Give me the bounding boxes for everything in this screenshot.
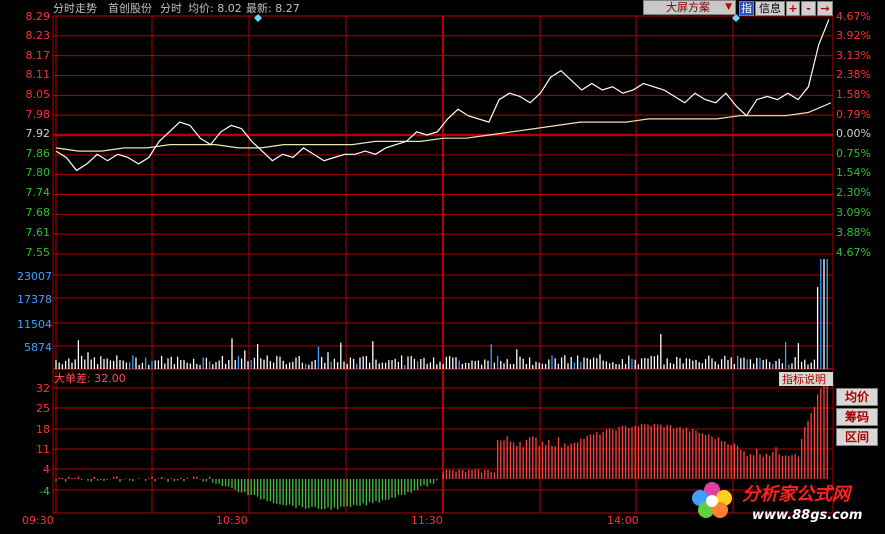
site-logo: 分析家公式网 www.88gs.com (686, 472, 885, 530)
price-tick: 7.98 (26, 108, 51, 121)
time-tick: 14:00 (607, 514, 639, 527)
volume-tick: 11504 (17, 318, 52, 331)
indicator-tick: -4 (39, 485, 50, 498)
avg-price-readout: 均价: 8.02 (188, 2, 242, 15)
pct-tick: 3.09% (836, 206, 871, 219)
volume-tick: 17378 (17, 293, 52, 306)
period-label: 分时 (160, 2, 182, 15)
time-tick: 11:30 (411, 514, 443, 527)
volume-tick: 5874 (24, 341, 52, 354)
intraday-chart[interactable]: 分时走势 首创股份 分时 均价: 8.02 最新: 8.27 8.29 8.23… (0, 0, 885, 530)
indicator-axis: 32 25 18 11 4 -4 (36, 382, 50, 498)
last-price-readout: 最新: 8.27 (246, 1, 300, 15)
avg-price-side-button[interactable]: 均价 (836, 388, 878, 406)
indicator-tick: 32 (36, 382, 50, 395)
indicator-tick: 4 (43, 463, 50, 476)
time-tick: 09:30 (22, 514, 54, 527)
price-tick: 7.68 (26, 206, 51, 219)
pct-tick: 1.54% (836, 166, 871, 179)
next-button[interactable]: → (817, 1, 833, 16)
pct-tick: 2.30% (836, 186, 871, 199)
indicator-help-button[interactable]: 指标说明 (782, 372, 826, 386)
chip-side-button[interactable]: 筹码 (836, 408, 878, 426)
pct-tick: 4.67% (836, 10, 871, 23)
indicator-button[interactable]: 指 (739, 1, 754, 16)
volume-axis: 23007 17378 11504 5874 (17, 270, 52, 354)
pct-tick: 0.79% (836, 108, 871, 121)
mode-label: 分时走势 (53, 2, 97, 15)
price-tick: 8.05 (26, 88, 51, 101)
event-marker-icon[interactable] (254, 14, 262, 22)
info-button[interactable]: 信息 (755, 1, 785, 16)
price-tick: 7.61 (26, 226, 51, 239)
logo-brand: 分析家公式网 (742, 484, 850, 505)
layout-select[interactable]: 大屏方案 ▼ (643, 0, 736, 15)
range-side-button[interactable]: 区间 (836, 428, 878, 446)
chevron-down-icon: ▼ (725, 2, 732, 12)
price-tick: 8.11 (26, 68, 51, 81)
price-tick: 7.86 (26, 147, 51, 160)
price-tick: 7.92 (26, 127, 51, 140)
price-tick: 7.74 (26, 186, 51, 199)
pct-tick: 1.58% (836, 88, 871, 101)
indicator-tick: 18 (36, 423, 50, 436)
pct-tick: 3.13% (836, 49, 871, 62)
indicator-tick: 25 (36, 402, 50, 415)
volume-tick: 23007 (17, 270, 52, 283)
price-axis-left: 8.29 8.23 8.17 8.11 8.05 7.98 7.92 7.86 … (26, 10, 51, 259)
pct-tick: 2.38% (836, 68, 871, 81)
zoom-in-button[interactable]: + (786, 1, 800, 16)
price-tick: 7.55 (26, 246, 51, 259)
pct-tick: 4.67% (836, 246, 871, 259)
chart-grid (52, 15, 834, 514)
price-tick: 8.17 (26, 49, 51, 62)
pct-tick: 3.88% (836, 226, 871, 239)
logo-url: www.88gs.com (752, 508, 863, 523)
layout-select-value: 大屏方案 (666, 1, 710, 14)
time-axis: 09:30 10:30 11:30 14:00 (22, 514, 639, 527)
price-tick: 8.29 (26, 10, 51, 23)
pct-tick: 3.92% (836, 29, 871, 42)
event-markers[interactable] (254, 14, 740, 22)
stock-name: 首创股份 (108, 1, 152, 15)
zoom-out-button[interactable]: - (801, 1, 816, 16)
pct-tick: 0.75% (836, 147, 871, 160)
time-tick: 10:30 (216, 514, 248, 527)
percent-axis-right: 4.67% 3.92% 3.13% 2.38% 1.58% 0.79% 0.00… (836, 10, 871, 259)
indicator-tick: 11 (36, 443, 50, 456)
indicator-title: 大单差: 32.00 (54, 371, 126, 385)
pct-tick: 0.00% (836, 127, 871, 140)
price-tick: 8.23 (26, 29, 51, 42)
price-tick: 7.80 (26, 166, 51, 179)
